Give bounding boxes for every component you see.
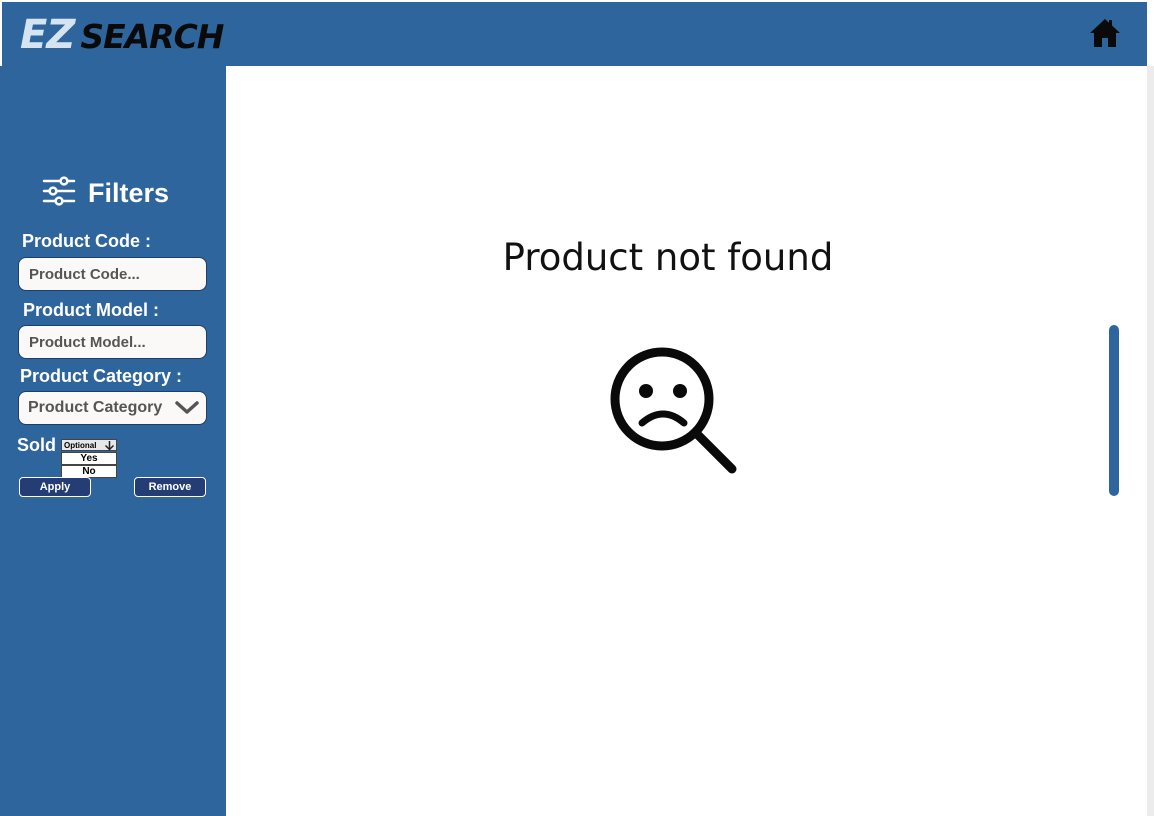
not-found-message: Product not found [502,236,834,279]
window-edge [1147,66,1154,816]
product-code-input[interactable] [18,257,207,291]
logo-search-text: SEARCH [80,17,224,56]
sold-select[interactable]: Optional [61,439,117,451]
logo-ez-text: EZ [20,12,75,58]
vertical-scrollbar[interactable] [1109,325,1119,496]
product-code-label: Product Code : [22,231,151,251]
chevron-down-icon [175,401,199,420]
filters-heading: Filters [42,173,169,213]
sliders-icon [42,175,76,211]
app-logo[interactable]: EZ SEARCH [20,12,224,58]
filter-sidebar: Filters Product Code : Product Model : P… [0,66,226,816]
product-model-label: Product Model : [23,300,159,320]
sold-selected-value: Optional [64,440,97,450]
product-category-value: Product Category [28,399,163,416]
remove-button[interactable]: Remove [134,477,206,497]
top-header: EZ SEARCH [2,2,1147,66]
product-category-label: Product Category : [20,366,183,386]
sold-label: Sold [17,435,56,455]
apply-button[interactable]: Apply [19,477,91,497]
product-category-select[interactable]: Product Category [18,391,207,425]
product-model-input[interactable] [18,325,207,359]
sad-magnifier-icon [608,345,740,477]
home-icon[interactable] [1089,17,1121,49]
filters-title: Filters [88,177,170,208]
sold-option-yes[interactable]: Yes [61,452,117,465]
